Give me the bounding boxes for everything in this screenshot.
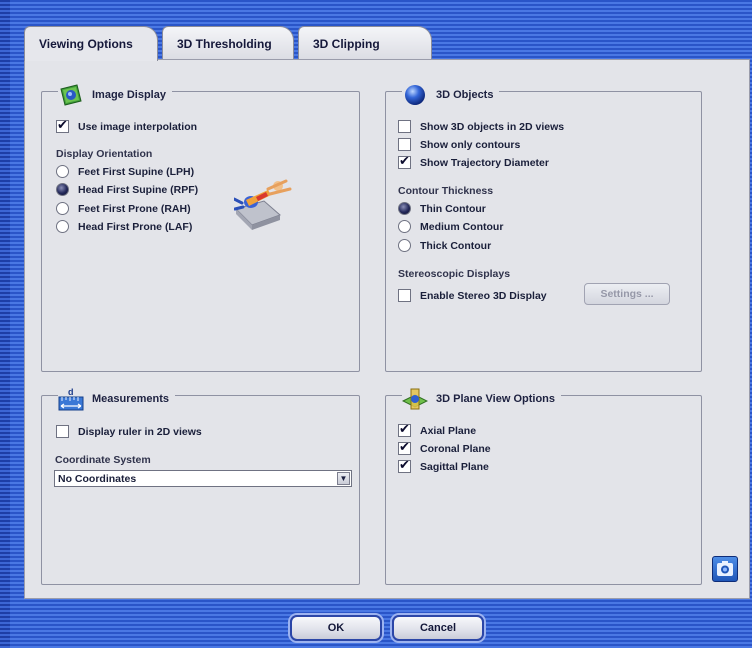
medium-contour-radio[interactable] bbox=[398, 220, 411, 233]
axial-plane-row[interactable]: Axial Plane bbox=[398, 422, 477, 437]
orientation-label-laf: Head First Prone (LAF) bbox=[78, 220, 193, 233]
display-ruler-checkbox[interactable] bbox=[56, 425, 69, 438]
thick-contour-option[interactable]: Thick Contour bbox=[398, 239, 491, 252]
show-3d-objects-label: Show 3D objects in 2D views bbox=[420, 120, 565, 133]
image-display-title: Image Display bbox=[58, 82, 172, 108]
stereo-settings-button[interactable]: Settings ... bbox=[584, 283, 670, 305]
orientation-option-rah[interactable]: Feet First Prone (RAH) bbox=[56, 202, 191, 215]
window-frame-stripe bbox=[0, 0, 10, 648]
show-only-contours-label: Show only contours bbox=[420, 138, 521, 151]
cancel-button[interactable]: Cancel bbox=[392, 615, 484, 641]
coordinate-system-select[interactable]: No Coordinates ▼ bbox=[54, 470, 352, 487]
interpolation-label: Use image interpolation bbox=[78, 120, 198, 133]
ruler-icon: d bbox=[58, 386, 84, 412]
coordinate-system-value: No Coordinates bbox=[58, 472, 137, 485]
plane-view-icon bbox=[401, 386, 429, 412]
orientation-label-rah: Feet First Prone (RAH) bbox=[78, 202, 191, 215]
thin-contour-option[interactable]: Thin Contour bbox=[398, 202, 486, 215]
enable-stereo-label: Enable Stereo 3D Display bbox=[420, 289, 547, 302]
coordinate-system-label: Coordinate System bbox=[55, 454, 151, 466]
tab-3d-thresholding[interactable]: 3D Thresholding bbox=[162, 26, 294, 59]
thin-contour-label: Thin Contour bbox=[420, 202, 486, 215]
interpolation-checkbox[interactable] bbox=[56, 118, 69, 133]
image-display-group: Image Display Use image interpolation Di… bbox=[41, 82, 360, 372]
tab-3d-clipping[interactable]: 3D Clipping bbox=[298, 26, 432, 59]
show-only-contours-checkbox[interactable] bbox=[398, 138, 411, 151]
measurements-title-label: Measurements bbox=[92, 393, 170, 405]
plane-view-title: 3D Plane View Options bbox=[401, 386, 561, 412]
orientation-option-laf[interactable]: Head First Prone (LAF) bbox=[56, 220, 192, 233]
measurements-title: d Measurements bbox=[58, 386, 176, 412]
thick-contour-radio[interactable] bbox=[398, 239, 411, 252]
show-trajectory-checkbox[interactable] bbox=[398, 154, 411, 169]
medium-contour-label: Medium Contour bbox=[420, 220, 504, 233]
enable-stereo-row[interactable]: Enable Stereo 3D Display bbox=[398, 289, 547, 302]
show-only-contours-row[interactable]: Show only contours bbox=[398, 138, 520, 151]
image-display-title-label: Image Display bbox=[92, 89, 166, 101]
medium-contour-option[interactable]: Medium Contour bbox=[398, 220, 503, 233]
image-display-icon bbox=[58, 82, 84, 108]
stereoscopic-displays-label: Stereoscopic Displays bbox=[398, 268, 511, 280]
orientation-radio-rpf[interactable] bbox=[56, 183, 69, 196]
show-trajectory-row[interactable]: Show Trajectory Diameter bbox=[398, 154, 549, 169]
chevron-down-icon[interactable]: ▼ bbox=[337, 472, 350, 485]
sphere-icon bbox=[402, 82, 428, 108]
contour-thickness-label: Contour Thickness bbox=[398, 185, 494, 197]
display-orientation-label: Display Orientation bbox=[56, 148, 153, 160]
measurements-group: d Measurements Display ruler in 2D views… bbox=[41, 386, 360, 585]
show-trajectory-label: Show Trajectory Diameter bbox=[420, 156, 549, 169]
axial-plane-checkbox[interactable] bbox=[398, 422, 411, 437]
orientation-radio-laf[interactable] bbox=[56, 220, 69, 233]
coronal-plane-checkbox[interactable] bbox=[398, 440, 411, 455]
coronal-plane-row[interactable]: Coronal Plane bbox=[398, 440, 491, 455]
orientation-label-rpf: Head First Supine (RPF) bbox=[78, 183, 199, 196]
objects-3d-title-label: 3D Objects bbox=[436, 89, 494, 101]
coronal-plane-label: Coronal Plane bbox=[420, 442, 491, 455]
plane-view-group: 3D Plane View Options Axial Plane Corona… bbox=[385, 386, 702, 585]
display-ruler-row[interactable]: Display ruler in 2D views bbox=[56, 425, 202, 438]
interpolation-checkbox-row[interactable]: Use image interpolation bbox=[56, 118, 198, 133]
tab-bar: Viewing Options 3D Thresholding 3D Clipp… bbox=[24, 26, 744, 61]
orientation-label-lph: Feet First Supine (LPH) bbox=[78, 165, 195, 178]
orientation-radio-lph[interactable] bbox=[56, 165, 69, 178]
objects-3d-title: 3D Objects bbox=[402, 82, 500, 108]
orientation-option-rpf[interactable]: Head First Supine (RPF) bbox=[56, 183, 198, 196]
ok-button[interactable]: OK bbox=[290, 615, 382, 641]
objects-3d-group: 3D Objects Show 3D objects in 2D views S… bbox=[385, 82, 702, 372]
camera-icon bbox=[717, 561, 733, 576]
plane-view-title-label: 3D Plane View Options bbox=[436, 393, 555, 405]
orientation-radio-rah[interactable] bbox=[56, 202, 69, 215]
sagittal-plane-label: Sagittal Plane bbox=[420, 460, 489, 473]
sagittal-plane-row[interactable]: Sagittal Plane bbox=[398, 458, 489, 473]
show-3d-objects-row[interactable]: Show 3D objects in 2D views bbox=[398, 120, 564, 133]
thick-contour-label: Thick Contour bbox=[420, 239, 492, 252]
patient-orientation-icon bbox=[232, 175, 306, 231]
display-ruler-label: Display ruler in 2D views bbox=[78, 425, 202, 438]
axial-plane-label: Axial Plane bbox=[420, 424, 477, 437]
svg-text:d: d bbox=[68, 387, 74, 397]
tab-viewing-options[interactable]: Viewing Options bbox=[24, 26, 158, 61]
sagittal-plane-checkbox[interactable] bbox=[398, 458, 411, 473]
camera-button[interactable] bbox=[712, 556, 738, 582]
orientation-option-lph[interactable]: Feet First Supine (LPH) bbox=[56, 165, 194, 178]
show-3d-objects-checkbox[interactable] bbox=[398, 120, 411, 133]
enable-stereo-checkbox[interactable] bbox=[398, 289, 411, 302]
thin-contour-radio[interactable] bbox=[398, 202, 411, 215]
viewing-options-panel: Image Display Use image interpolation Di… bbox=[24, 59, 750, 599]
